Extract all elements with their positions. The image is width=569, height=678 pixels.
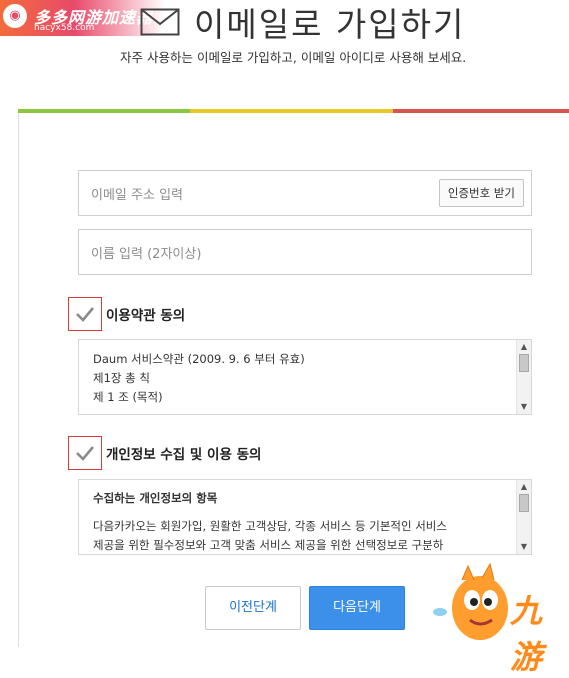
terms-scrollbar[interactable]: ▲ ▼ xyxy=(516,340,531,414)
terms-line: 제 1 조 (목적) xyxy=(93,390,163,404)
terms-line: 제1장 총 칙 xyxy=(93,371,150,385)
privacy-line: 다음카카오는 회원가입, 원활한 고객상담, 각종 서비스 등 기본적인 서비스 xyxy=(93,519,447,533)
color-bar-yellow xyxy=(190,109,393,113)
scroll-thumb[interactable] xyxy=(519,354,529,372)
mail-icon xyxy=(140,8,180,36)
terms-label: 이용약관 동의 xyxy=(106,308,186,324)
check-icon xyxy=(76,446,94,461)
scroll-down-icon[interactable]: ▼ xyxy=(517,541,531,553)
privacy-scrollbar[interactable]: ▲ ▼ xyxy=(516,480,531,554)
watermark-url: hacyx58.com xyxy=(34,23,95,33)
progress-color-bar xyxy=(18,109,569,113)
name-field[interactable]: 이름 입력 (2자이상) xyxy=(78,229,532,275)
privacy-label: 개인정보 수집 및 이용 동의 xyxy=(106,447,262,463)
email-field[interactable]: 이메일 주소 입력 인증번호 받기 xyxy=(78,170,532,216)
privacy-content-box[interactable]: 수집하는 개인정보의 항목 다음카카오는 회원가입, 원활한 고객상담, 각종 … xyxy=(78,479,532,555)
watermark-logo-icon: ◉ xyxy=(3,4,27,28)
previous-step-button[interactable]: 이전단계 xyxy=(205,586,301,630)
name-placeholder: 이름 입력 (2자이상) xyxy=(91,247,202,262)
check-icon xyxy=(76,307,94,322)
terms-checkbox[interactable] xyxy=(68,297,102,331)
scroll-up-icon[interactable]: ▲ xyxy=(517,481,531,493)
page-subtitle: 자주 사용하는 이메일로 가입하고, 이메일 아이디로 사용해 보세요. xyxy=(120,50,467,65)
privacy-agree-row: 개인정보 수집 및 이용 동의 xyxy=(68,436,261,470)
terms-agree-row: 이용약관 동의 xyxy=(68,297,185,331)
next-step-button[interactable]: 다음단계 xyxy=(309,586,405,630)
privacy-checkbox[interactable] xyxy=(68,436,102,470)
page-title: 이메일로 가입하기 xyxy=(194,5,466,44)
scroll-up-icon[interactable]: ▲ xyxy=(517,341,531,353)
page-header: 이메일로 가입하기 xyxy=(140,2,465,44)
terms-line: Daum 서비스약관 (2009. 9. 6 부터 유효) xyxy=(93,352,305,366)
watermark-bottom-right: 九游 xyxy=(432,560,569,676)
watermark-brand-text: 九游 xyxy=(510,592,543,676)
terms-content-box[interactable]: Daum 서비스약관 (2009. 9. 6 부터 유효) 제1장 총 칙 제 … xyxy=(78,339,532,415)
scroll-thumb[interactable] xyxy=(519,494,529,512)
scroll-down-icon[interactable]: ▼ xyxy=(517,401,531,413)
request-code-button[interactable]: 인증번호 받기 xyxy=(438,179,524,207)
privacy-line: 제공을 위한 필수정보와 고객 맞춤 서비스 제공을 위한 선택정보로 구분하 xyxy=(93,538,444,552)
color-bar-red xyxy=(393,109,569,113)
email-placeholder: 이메일 주소 입력 xyxy=(91,188,183,203)
privacy-heading: 수집하는 개인정보의 항목 xyxy=(93,491,218,505)
color-bar-green xyxy=(18,109,190,113)
